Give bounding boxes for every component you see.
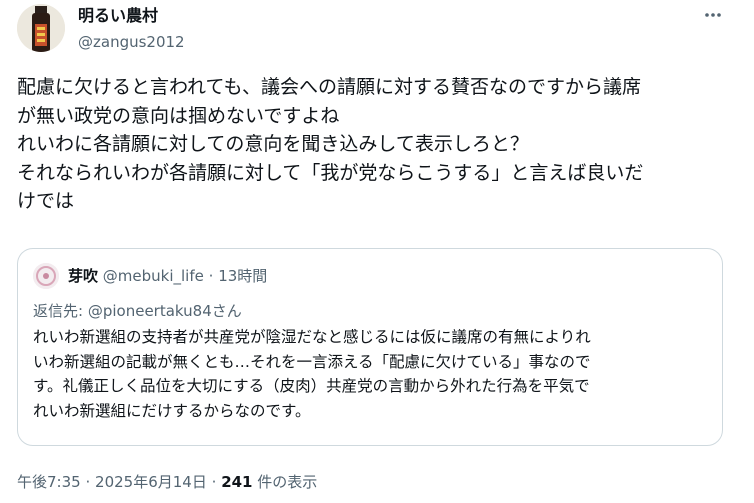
reply-mention-link[interactable]: @pioneertaku84さん (88, 302, 242, 320)
quoted-reply-context: 返信先: @pioneertaku84さん (33, 301, 242, 321)
quoted-text-line: れいわ新選組の支持者が共産党が陰湿だなと感じるには仮に議席の有無によりれ (33, 328, 591, 346)
quoted-handle: @mebuki_life (102, 267, 204, 285)
tweet-text-line: けでは (17, 190, 75, 212)
quoted-text-line: す。礼儀正しく品位を大切にする（皮肉）共産党の言動から外れた行為を平気で (33, 377, 590, 395)
author-display-name[interactable]: 明るい農村 (78, 6, 158, 26)
tweet-text-line: それなられいわが各請願に対して「我が党ならこうする」と言えば良いだ (17, 161, 644, 184)
quoted-tweet-text: れいわ新選組の支持者が共産党が陰湿だなと感じるには仮に議席の有無によりれ いわ新… (33, 325, 723, 423)
quoted-text-line: いわ新選組の記載が無くとも…それを一言添える「配慮に欠けている」事なので (33, 352, 591, 371)
views-count: 241 (221, 473, 253, 491)
reply-prefix: 返信先: (33, 302, 84, 320)
quoted-time: 13時間 (218, 267, 268, 285)
tweet-text-line: れいわに各請願に対しての意向を聞き込みして表示しろと？ (17, 133, 529, 155)
tweet-meta: 午後7:35 · 2025年6月14日 · 241 件の表示 (17, 472, 317, 492)
tweet-text: 配慮に欠けると言われても、議会への請願に対する賛否なのですから議席 が無い政党の… (17, 73, 742, 216)
tweet-text-line: が無い政党の意向は掴めないですよね (17, 104, 340, 127)
quoted-header: 芽吹 @mebuki_life · 13時間 (68, 266, 267, 286)
quoted-text-line: れいわ新選組にだけするからなのです。 (33, 401, 311, 420)
tweet-date-link[interactable]: 2025年6月14日 (95, 473, 207, 491)
more-options-button[interactable] (702, 4, 724, 26)
meta-separator: · (85, 473, 91, 491)
views-label: 件の表示 (257, 473, 318, 491)
author-handle[interactable]: @zangus2012 (78, 32, 185, 52)
meta-separator: · (211, 473, 217, 491)
quoted-author-avatar (33, 263, 59, 289)
quoted-tweet-card[interactable]: 芽吹 @mebuki_life · 13時間 返信先: @pioneertaku… (17, 248, 723, 446)
quoted-display-name: 芽吹 (68, 267, 99, 285)
quoted-separator: · (208, 267, 214, 285)
author-avatar[interactable] (17, 4, 65, 52)
tweet-text-line: 配慮に欠けると言われても、議会への請願に対する賛否なのですから議席 (17, 76, 641, 98)
tweet-time-link[interactable]: 午後7:35 (17, 473, 81, 491)
more-horizontal-icon (705, 13, 721, 17)
